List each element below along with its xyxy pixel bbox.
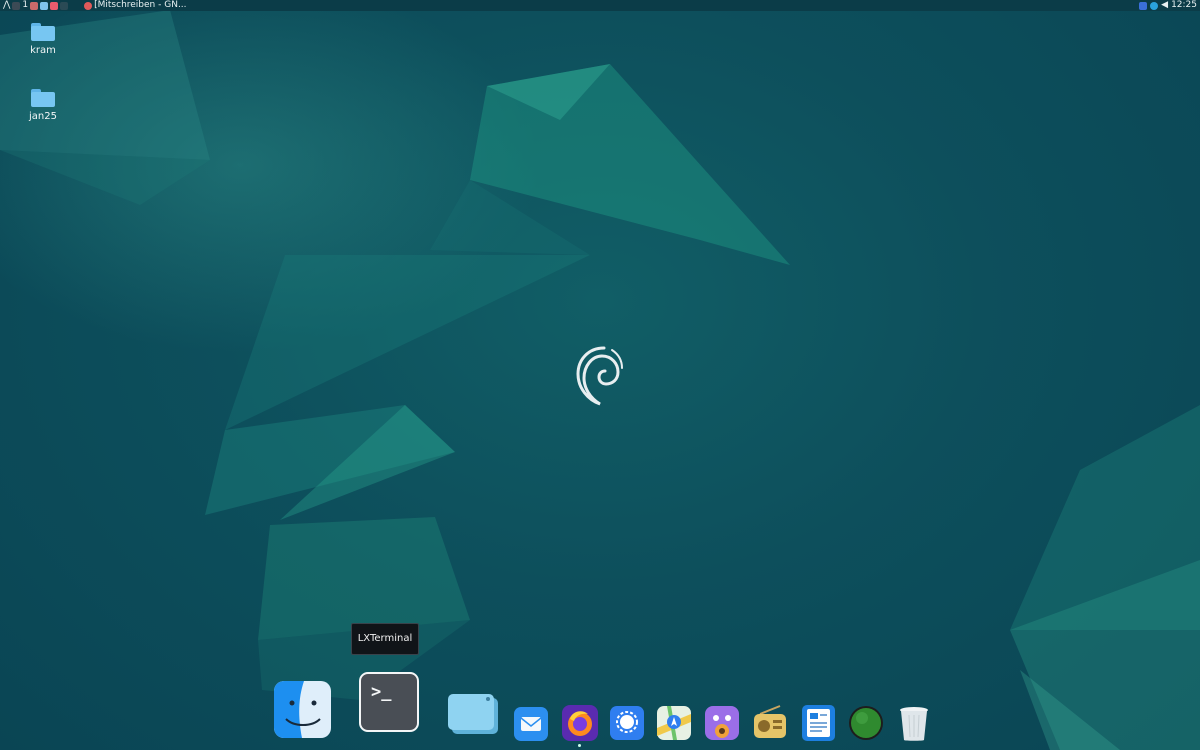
taskbar-window-title: [Mitschreiben - GN... [94,0,187,10]
workspace-indicator[interactable]: 1 [22,0,28,11]
browser-launcher-icon[interactable] [50,1,59,10]
dock-item-signal[interactable] [610,706,644,740]
podcast-icon [705,706,739,740]
dock-item-trash[interactable] [899,706,929,742]
maps-icon [657,706,691,740]
panel-launchers: ⋀ 1 [Mitschreiben - GN... [0,0,187,11]
document-icon [802,705,835,741]
volume-icon[interactable]: ◀ [1161,0,1168,11]
folder-icon [31,89,55,107]
files-launcher-icon[interactable] [40,1,49,10]
desktop-folder-jan25[interactable]: jan25 [18,89,68,122]
folder-icon [31,23,55,41]
signal-icon [610,706,644,740]
radio-icon [754,705,786,738]
dock-item-files[interactable] [448,692,500,736]
app-menu-icon[interactable]: ⋀ [3,0,10,11]
dock-item-lxterminal[interactable]: >_ [357,670,425,738]
system-tray: ◀ 12:25 [1139,0,1200,11]
file-manager-icon [448,694,498,734]
mail-icon [514,707,548,741]
terminal-launcher-icon[interactable] [12,1,21,10]
desktop-folder-kram[interactable]: kram [18,23,68,56]
dock-item-podcast[interactable] [705,706,739,742]
settings-launcher-icon[interactable] [60,1,69,10]
running-indicator [578,744,581,747]
dock-item-mail[interactable] [514,707,548,741]
firefox-icon [562,705,598,741]
desktop-icon-label: kram [30,45,56,56]
top-panel: ⋀ 1 [Mitschreiben - GN... ◀ 12:25 [0,0,1200,11]
taskbar-window-button[interactable]: [Mitschreiben - GN... [84,0,187,11]
dock-item-finder[interactable] [274,681,331,738]
trash-icon [900,707,928,741]
desktop-icon-label: jan25 [29,111,57,122]
window-app-icon [84,1,93,10]
dock-item-radio[interactable] [752,704,788,740]
calendar-launcher-icon[interactable] [30,1,39,10]
finder-face-icon [274,681,331,738]
globe-icon [849,706,883,740]
dock-item-maps[interactable] [657,706,691,740]
dock-item-firefox[interactable] [562,705,598,741]
terminal-icon: >_ [359,672,419,732]
dock-item-text-editor[interactable] [802,705,835,741]
clock[interactable]: 12:25 [1171,0,1197,11]
facebook-tray-icon[interactable] [1139,1,1148,10]
terminal-prompt-glyph: >_ [371,682,392,702]
debian-logo [576,346,623,406]
dock-tooltip: LXTerminal [351,623,419,655]
telegram-tray-icon[interactable] [1150,1,1159,10]
dock-item-globe[interactable] [848,705,884,741]
